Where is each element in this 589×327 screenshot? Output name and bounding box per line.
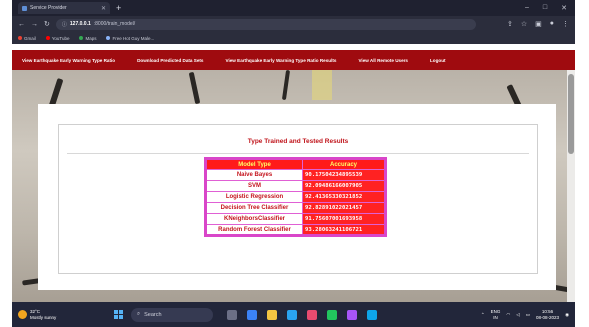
table-row: SVM 92.09486166007905 xyxy=(205,180,386,192)
site-navbar: View Earthquake Early Warning Type Ratio… xyxy=(12,50,575,70)
search-placeholder: Search xyxy=(144,311,162,318)
page-scrollbar[interactable] xyxy=(567,70,575,302)
table-row: Decision Tree Classifier 92.828910220214… xyxy=(205,202,386,214)
new-tab-icon[interactable]: + xyxy=(116,3,121,13)
chevron-up-icon[interactable]: ⌃ xyxy=(481,312,485,318)
bookmark-star-icon[interactable]: ☆ xyxy=(521,20,527,28)
sidebar-icon[interactable]: ▣ xyxy=(535,20,542,28)
share-icon[interactable]: ⇪ xyxy=(507,20,513,28)
browser-tab[interactable]: Service Provider ✕ xyxy=(18,2,110,14)
accuracy-value: 93.28063241106721 xyxy=(302,224,386,236)
gmail-icon xyxy=(18,36,22,40)
pinned-apps xyxy=(227,309,377,320)
maps-icon xyxy=(79,36,84,40)
table-row: Random Forest Classifier 93.280632411067… xyxy=(205,224,386,236)
url-field[interactable]: ⓘ 127.0.0.1:8000/train_model/ xyxy=(55,18,476,30)
nav-download-predicted[interactable]: Download Predicted Data Sets xyxy=(137,58,203,63)
window-controls: – □ ✕ xyxy=(525,4,575,12)
forward-icon[interactable]: → xyxy=(31,21,38,28)
panel-title: Type Trained and Tested Results xyxy=(247,138,349,145)
battery-icon[interactable]: ▭ xyxy=(526,312,530,318)
back-icon[interactable]: ← xyxy=(18,21,25,28)
youtube-icon xyxy=(45,36,50,40)
system-tray: ⌃ ENG IN ◠ ◁ ▭ 10:56 08-08-2023 ◉ xyxy=(481,309,569,321)
edge-icon[interactable] xyxy=(287,309,297,320)
browser-tab-bar: Service Provider ✕ + – □ ✕ xyxy=(12,0,575,16)
sun-icon xyxy=(18,310,27,319)
notification-icon[interactable]: ◉ xyxy=(565,312,569,318)
info-icon: ⓘ xyxy=(61,21,67,28)
bookmarks-bar: Gmail YouTube Maps Free Hot Guy Male... xyxy=(12,32,575,44)
clock[interactable]: 10:56 08-08-2023 xyxy=(536,309,559,321)
url-host: 127.0.0.1 xyxy=(69,21,91,27)
store-icon[interactable] xyxy=(307,309,317,320)
road-marking xyxy=(312,70,332,100)
file-explorer-icon[interactable] xyxy=(267,309,277,320)
table-row: Naive Bayes 90.17504234895539 xyxy=(205,169,386,181)
taskbar-search[interactable]: ⌕ Search xyxy=(131,307,213,322)
link-icon xyxy=(106,36,111,40)
accuracy-value: 92.41365330321852 xyxy=(302,191,386,203)
model-name: Decision Tree Classifier xyxy=(205,202,303,214)
accuracy-value: 91.75607001693958 xyxy=(302,213,386,225)
language-indicator[interactable]: ENG IN xyxy=(491,309,501,321)
close-window-icon[interactable]: ✕ xyxy=(561,4,567,12)
app-icon[interactable] xyxy=(347,309,357,320)
nav-early-warning-ratio-results[interactable]: View Earthquake Early Warning Type Ratio… xyxy=(225,58,336,63)
url-path: :8000/train_model/ xyxy=(93,21,136,27)
chat-icon[interactable] xyxy=(247,309,257,320)
search-icon: ⌕ xyxy=(137,311,141,317)
tab-title: Service Provider xyxy=(30,5,67,11)
model-name: Random Forest Classifier xyxy=(205,224,303,236)
nav-remote-users[interactable]: View All Remote Users xyxy=(358,58,408,63)
weather-widget[interactable]: 32°C Mostly sunny xyxy=(18,309,90,321)
table-row: KNeighborsClassifier 91.75607001693958 xyxy=(205,213,386,225)
model-name: SVM xyxy=(205,180,303,192)
crack-decoration xyxy=(188,71,201,105)
maximize-icon[interactable]: □ xyxy=(543,4,547,12)
crack-decoration xyxy=(281,70,291,101)
reload-icon[interactable]: ↻ xyxy=(44,20,50,28)
accuracy-value: 90.17504234895539 xyxy=(302,169,386,181)
header-model-type: Model Type xyxy=(205,158,303,170)
model-name: Naive Bayes xyxy=(205,169,303,181)
weather-desc: Mostly sunny xyxy=(30,314,57,320)
nav-logout[interactable]: Logout xyxy=(430,58,446,63)
close-tab-icon[interactable]: ✕ xyxy=(101,5,106,12)
bookmark-gmail[interactable]: Gmail xyxy=(18,36,36,41)
accuracy-value: 92.09486166007905 xyxy=(302,180,386,192)
nav-early-warning-ratio[interactable]: View Earthquake Early Warning Type Ratio xyxy=(22,58,115,63)
table-header-row: Model Type Accuracy xyxy=(205,158,386,170)
wifi-icon[interactable]: ◠ xyxy=(506,312,510,318)
bookmark-other[interactable]: Free Hot Guy Male... xyxy=(106,36,154,41)
vscode-icon[interactable] xyxy=(367,309,377,320)
chrome-icon[interactable] xyxy=(327,309,337,320)
bookmark-youtube[interactable]: YouTube xyxy=(45,36,69,41)
profile-icon[interactable]: ● xyxy=(550,20,554,28)
table-row: Logistic Regression 92.41365330321852 xyxy=(205,191,386,203)
model-name: Logistic Regression xyxy=(205,191,303,203)
accuracy-value: 92.82891022021457 xyxy=(302,202,386,214)
menu-icon[interactable]: ⋮ xyxy=(562,20,569,28)
model-name: KNeighborsClassifier xyxy=(205,213,303,225)
header-accuracy: Accuracy xyxy=(302,158,386,170)
windows-start-icon[interactable] xyxy=(114,310,123,319)
minimize-icon[interactable]: – xyxy=(525,4,529,12)
volume-icon[interactable]: ◁ xyxy=(516,312,519,318)
scrollbar-thumb[interactable] xyxy=(568,74,574,154)
site-favicon-icon xyxy=(22,5,27,11)
task-view-icon[interactable] xyxy=(227,309,237,320)
divider xyxy=(67,153,529,154)
bookmark-maps[interactable]: Maps xyxy=(79,36,96,41)
taskbar: 32°C Mostly sunny ⌕ Search ⌃ ENG IN ◠ ◁ … xyxy=(12,302,575,327)
address-bar-row: ← → ↻ ⓘ 127.0.0.1:8000/train_model/ ⇪ ☆ … xyxy=(12,16,575,32)
results-table: Model Type Accuracy Naive Bayes 90.17504… xyxy=(204,157,387,237)
